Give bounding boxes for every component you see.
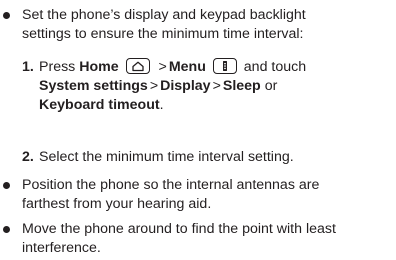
bullet-text: Move the phone around to find the point … (22, 221, 336, 256)
bullet-dot (3, 226, 10, 233)
bullet-item-interference: Move the phone around to find the point … (0, 220, 390, 260)
bullet-text: Set the phone’s display and keypad backl… (22, 7, 306, 42)
system-settings-label: System settings (39, 78, 148, 94)
bullet-dot (3, 182, 10, 189)
step-text: Select the minimum time interval setting… (39, 149, 294, 165)
menu-key-icon (212, 58, 237, 74)
home-key-icon (125, 58, 150, 74)
bullet-item-backlight: Set the phone’s display and keypad backl… (0, 6, 390, 46)
step-item-2: 2. Select the minimum time interval sett… (22, 148, 390, 168)
bullet-dot (3, 12, 10, 19)
step-item-1: 1. Press Home > Menu and touch System se… (22, 58, 390, 116)
display-label: Display (160, 78, 211, 94)
keyboard-timeout-label: Keyboard timeout (39, 97, 160, 113)
step-text: Press Home > Menu and touch System settin… (39, 58, 307, 113)
menu-label: Menu (168, 59, 206, 75)
home-label: Home (79, 59, 119, 75)
step-number: 2. (22, 149, 34, 165)
bullet-text: Position the phone so the internal anten… (22, 177, 320, 212)
bullet-item-antennas: Position the phone so the internal anten… (0, 176, 390, 216)
step-number: 1. (22, 59, 34, 75)
sleep-label: Sleep (222, 78, 261, 94)
